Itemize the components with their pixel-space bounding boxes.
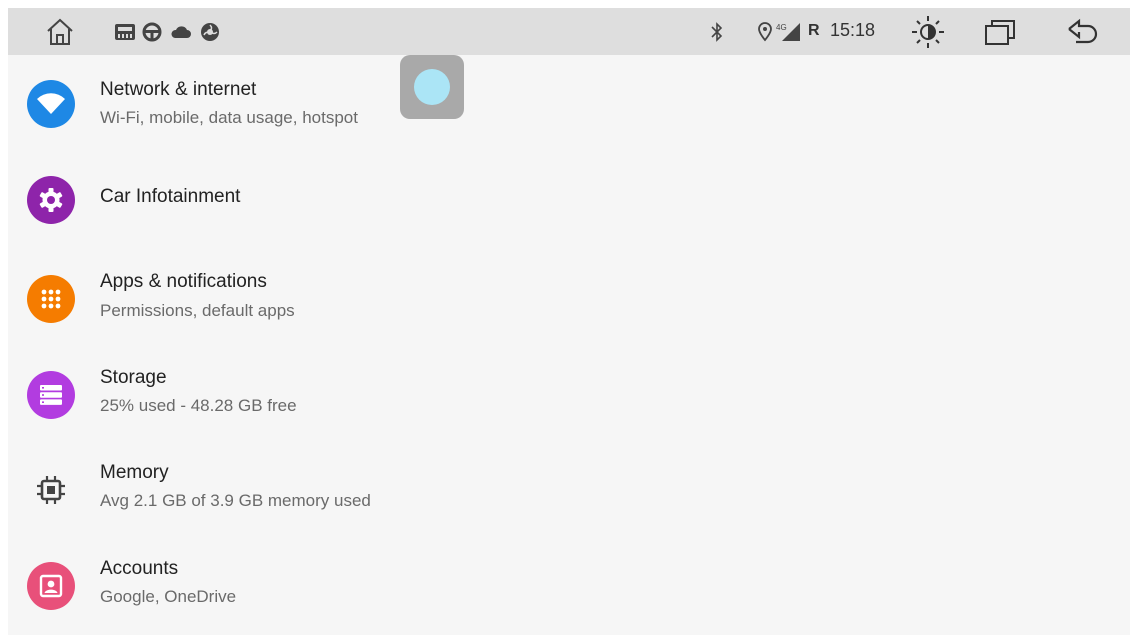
back-icon[interactable]	[1066, 18, 1100, 48]
settings-item-title: Apps & notifications	[100, 271, 267, 292]
settings-item-accounts[interactable]: Accounts Google, OneDrive	[8, 538, 1130, 630]
settings-item-title: Accounts	[100, 558, 179, 579]
settings-item-subtitle: Avg 2.1 GB of 3.9 GB memory used	[100, 491, 371, 510]
settings-item-apps[interactable]: Apps & notifications Permissions, defaul…	[8, 251, 1130, 343]
account-icon	[27, 562, 75, 610]
touch-indicator	[400, 55, 464, 119]
steering-wheel-icon	[142, 22, 162, 42]
settings-screen: 4G R 15:18 Network & internet Wi-Fi, mob…	[8, 8, 1130, 635]
network-type-label: 4G	[776, 23, 787, 32]
roaming-indicator: R	[808, 22, 820, 39]
settings-item-title: Memory	[100, 462, 169, 483]
home-icon[interactable]	[44, 16, 76, 48]
settings-item-storage[interactable]: Storage 25% used - 48.28 GB free	[8, 347, 1130, 439]
cloud-icon	[170, 24, 192, 40]
settings-list: Network & internet Wi-Fi, mobile, data u…	[8, 55, 1130, 635]
settings-item-subtitle: Wi-Fi, mobile, data usage, hotspot	[100, 108, 358, 127]
settings-item-car-infotainment[interactable]: Car Infotainment	[8, 153, 1130, 245]
settings-item-network[interactable]: Network & internet Wi-Fi, mobile, data u…	[8, 55, 1130, 147]
memory-chip-icon	[27, 466, 75, 514]
wifi-icon	[27, 80, 75, 128]
location-icon	[758, 22, 772, 42]
radio-app-icon	[114, 22, 136, 42]
settings-item-subtitle: Permissions, default apps	[100, 301, 295, 320]
apps-grid-icon	[27, 275, 75, 323]
settings-item-title: Car Infotainment	[100, 186, 241, 207]
brightness-icon[interactable]	[910, 14, 946, 50]
status-time: 15:18	[830, 20, 876, 40]
settings-item-title: Storage	[100, 367, 167, 388]
fan-icon	[200, 22, 220, 42]
recent-apps-icon[interactable]	[984, 18, 1018, 48]
settings-item-title: Network & internet	[100, 79, 257, 100]
settings-item-memory[interactable]: Memory Avg 2.1 GB of 3.9 GB memory used	[8, 442, 1130, 534]
bluetooth-icon	[710, 22, 724, 42]
signal-icon: 4G	[776, 21, 802, 43]
touch-dot	[414, 69, 450, 105]
storage-icon	[27, 371, 75, 419]
settings-item-subtitle: 25% used - 48.28 GB free	[100, 396, 297, 415]
settings-item-subtitle: Google, OneDrive	[100, 587, 237, 606]
gear-icon	[27, 176, 75, 224]
status-bar: 4G R 15:18	[8, 8, 1130, 55]
